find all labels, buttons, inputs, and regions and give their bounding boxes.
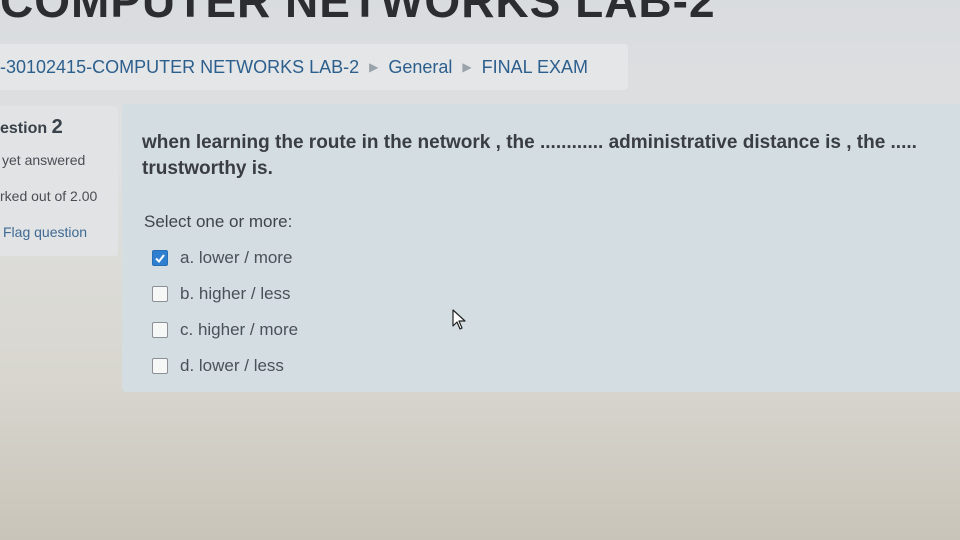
answer-option-label: d. lower / less — [180, 356, 284, 375]
answer-checkbox[interactable] — [152, 358, 168, 374]
question-label: estion — [0, 120, 48, 137]
answer-checkbox[interactable] — [152, 286, 168, 302]
question-number-value: 2 — [51, 116, 63, 138]
breadcrumb-final-exam-link[interactable]: FINAL EXAM — [482, 57, 588, 78]
question-number: estion 2 — [0, 116, 63, 139]
answer-option-label: a. lower / more — [180, 248, 293, 267]
question-text: when learning the route in the network ,… — [142, 132, 923, 179]
question-content: when learning the route in the network ,… — [122, 104, 960, 392]
question-info-panel: estion 2 yet answered rked out of 2.00 F… — [0, 106, 118, 256]
mouse-cursor-icon — [452, 309, 468, 336]
answer-option[interactable]: d. lower / less — [152, 348, 298, 384]
answer-checkbox[interactable] — [152, 250, 168, 266]
answer-option-label: c. higher / more — [180, 320, 299, 339]
flag-question-link[interactable]: Flag question — [3, 224, 87, 240]
breadcrumb-general-link[interactable]: General — [388, 57, 452, 78]
question-marks: rked out of 2.00 — [0, 188, 98, 204]
course-heading: COMPUTER NETWORKS LAB-2 — [0, 0, 716, 27]
question-state: yet answered — [2, 152, 86, 168]
breadcrumb: -30102415-COMPUTER NETWORKS LAB-2 ▶ Gene… — [0, 44, 628, 90]
answer-checkbox[interactable] — [152, 322, 168, 338]
answer-options: a. lower / more b. higher / less c. higher… — [152, 240, 298, 384]
answer-option-label: b. higher / less — [180, 284, 291, 303]
answer-option[interactable]: c. higher / more — [152, 312, 298, 348]
answer-option[interactable]: a. lower / more — [152, 240, 298, 276]
breadcrumb-separator-icon: ▶ — [369, 60, 379, 74]
breadcrumb-course-link[interactable]: -30102415-COMPUTER NETWORKS LAB-2 — [0, 57, 359, 78]
answer-prompt: Select one or more: — [144, 212, 293, 231]
breadcrumb-separator-icon: ▶ — [462, 60, 472, 74]
checkmark-icon — [155, 254, 165, 264]
answer-option[interactable]: b. higher / less — [152, 276, 298, 312]
